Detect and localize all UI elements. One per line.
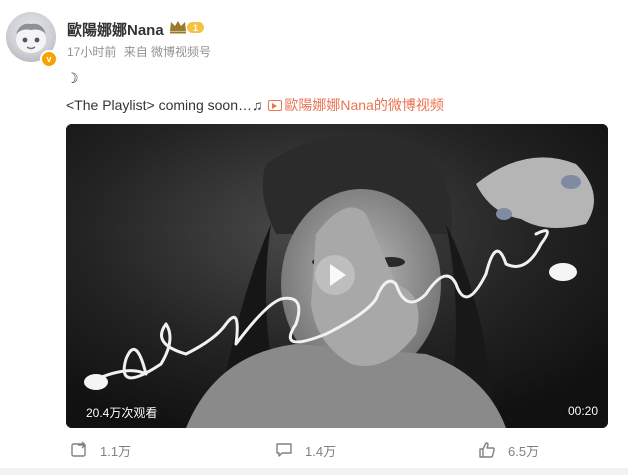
post-text: <The Playlist> coming soon…♫ 歐陽娜娜Nana的微博…	[66, 95, 444, 115]
thumbs-up-icon	[479, 442, 495, 458]
post-time[interactable]: 17小时前	[67, 45, 116, 59]
video-icon	[268, 100, 283, 111]
vip-level: 1	[193, 23, 198, 33]
video-link-label: 歐陽娜娜Nana的微博视频	[284, 97, 444, 113]
repost-button[interactable]: 1.1万	[70, 434, 131, 466]
repost-count: 1.1万	[100, 443, 132, 459]
play-button[interactable]	[315, 255, 355, 295]
vip-crown-icon[interactable]: 1	[169, 19, 205, 35]
action-bar: 1.1万 1.4万 6.5万	[0, 434, 628, 466]
post-text-line1: ☽	[66, 70, 79, 86]
verified-badge-icon: v	[40, 50, 58, 68]
video-link[interactable]: 歐陽娜娜Nana的微博视频	[268, 97, 444, 113]
divider	[0, 468, 628, 475]
comment-count: 1.4万	[305, 443, 337, 459]
comment-button[interactable]: 1.4万	[275, 434, 336, 466]
like-count: 6.5万	[508, 443, 540, 459]
video-duration: 00:20	[567, 404, 598, 418]
post-meta: 17小时前 来自 微博视频号	[67, 43, 215, 60]
comment-icon	[276, 443, 292, 457]
video-view-count: 20.4万次观看	[86, 406, 158, 420]
video-player[interactable]: 20.4万次观看 00:20	[66, 124, 608, 428]
weibo-post-card: v 歐陽娜娜Nana 1 17小时前 来自 微博视频号 ☽ <The Playl…	[0, 0, 628, 475]
like-button[interactable]: 6.5万	[478, 434, 539, 466]
post-text-line2: <The Playlist> coming soon…♫	[66, 97, 263, 113]
username[interactable]: 歐陽娜娜Nana	[67, 19, 164, 40]
repost-icon	[71, 441, 86, 457]
post-source[interactable]: 来自 微博视频号	[124, 45, 211, 59]
